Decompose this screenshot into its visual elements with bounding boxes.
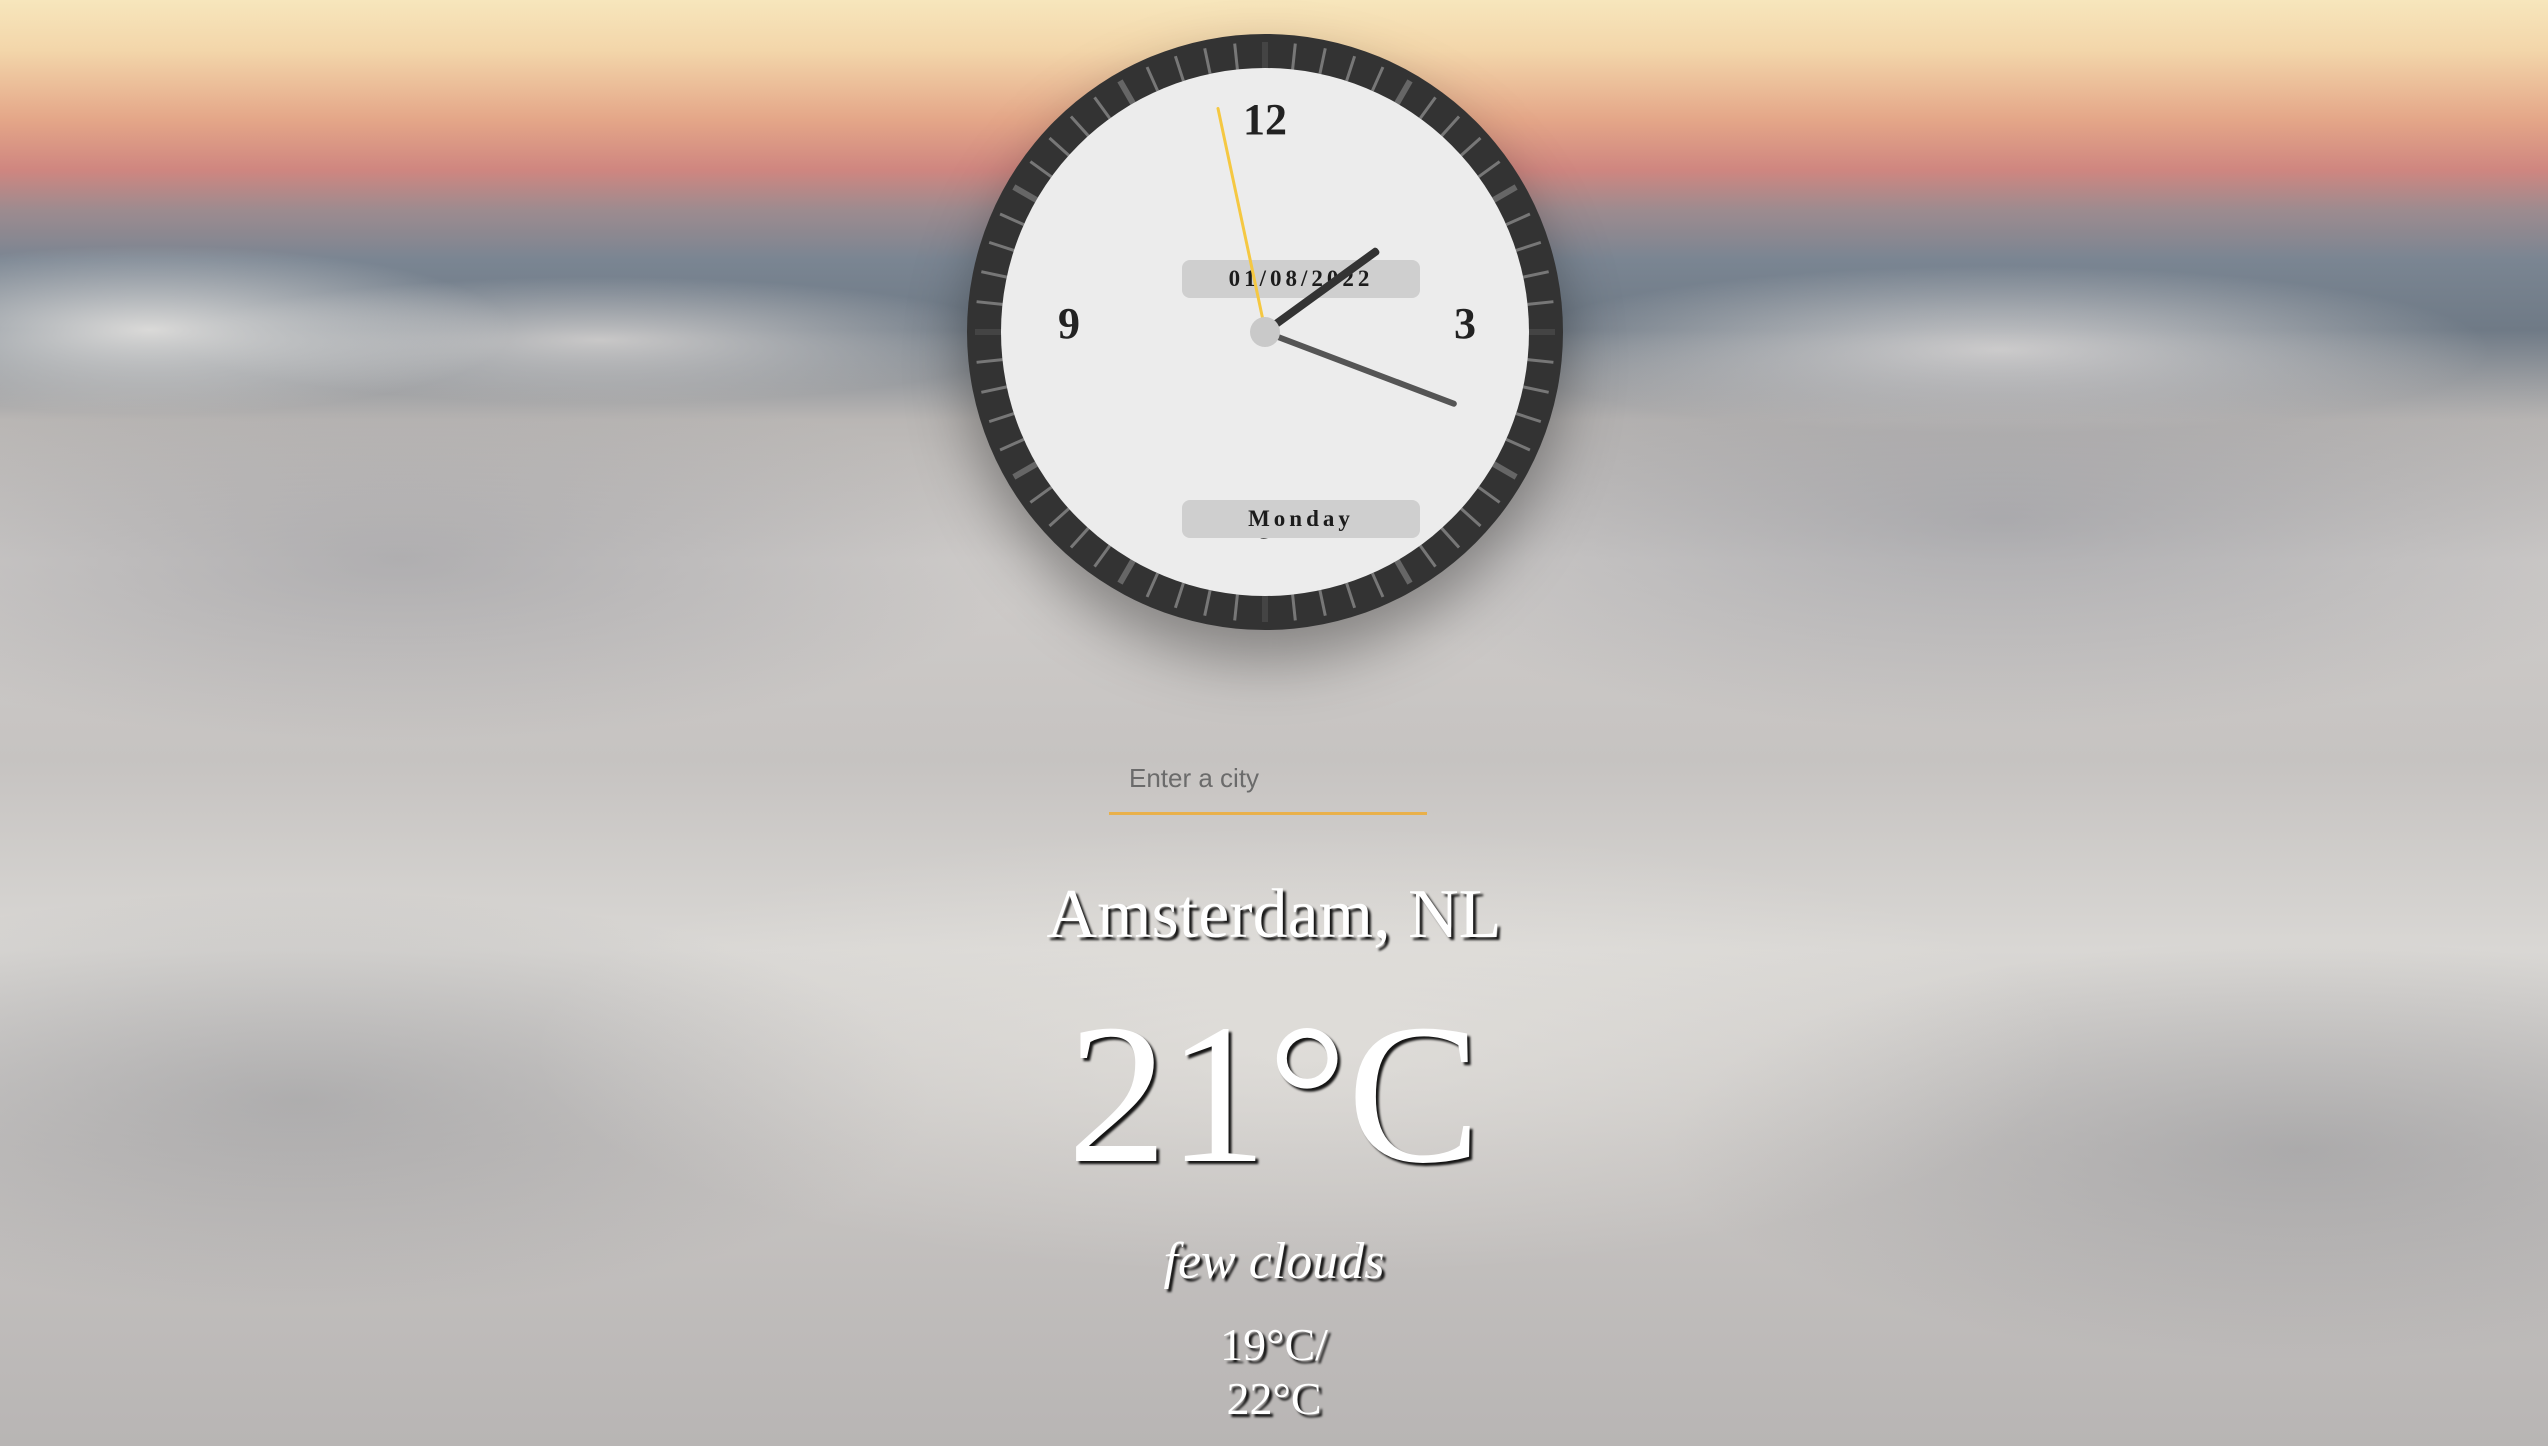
clock-tick bbox=[1460, 136, 1482, 157]
clock-tick bbox=[1203, 589, 1212, 616]
clock-tick bbox=[1345, 55, 1357, 82]
analog-clock: 12 3 6 9 01/08/2022 Monday bbox=[967, 34, 1563, 630]
clock-tick bbox=[1203, 48, 1212, 75]
clock-tick bbox=[1093, 544, 1112, 568]
numeral-3: 3 bbox=[1454, 299, 1476, 348]
clock-tick bbox=[1505, 438, 1531, 452]
numeral-12: 12 bbox=[1243, 95, 1287, 144]
clock-tick bbox=[1371, 66, 1385, 92]
clock-tick bbox=[1291, 43, 1297, 70]
city-search bbox=[1109, 744, 1427, 815]
current-temperature: 21°C bbox=[1067, 984, 1481, 1205]
clock-tick bbox=[999, 212, 1025, 226]
clock-tick bbox=[1048, 136, 1070, 157]
clock-tick bbox=[976, 300, 1003, 306]
min-temperature: 19°C/ bbox=[1220, 1319, 1328, 1370]
clock-tick bbox=[1477, 160, 1501, 179]
clock-tick bbox=[1029, 485, 1053, 504]
clock-tick bbox=[1069, 115, 1090, 137]
weather-description: few clouds bbox=[1163, 1233, 1385, 1290]
clock-tick bbox=[1173, 582, 1185, 609]
clock-tick bbox=[1318, 589, 1327, 616]
clock-tick bbox=[1515, 240, 1542, 252]
clock-tick bbox=[1029, 160, 1053, 179]
clock-tick bbox=[1145, 66, 1159, 92]
clock-tick bbox=[1233, 594, 1239, 621]
numeral-9: 9 bbox=[1058, 299, 1080, 348]
clock-tick bbox=[1515, 412, 1542, 424]
clock-date-display: 01/08/2022 bbox=[1182, 260, 1420, 298]
clock-tick bbox=[1460, 507, 1482, 528]
clock-tick bbox=[1318, 48, 1327, 75]
clock-tick bbox=[1527, 300, 1554, 306]
clock-tick bbox=[976, 358, 1003, 364]
clock-tick bbox=[1291, 594, 1297, 621]
clock-center-hub bbox=[1250, 317, 1280, 347]
clock-tick bbox=[981, 385, 1008, 394]
clock-tick bbox=[1093, 96, 1112, 120]
clock-tick bbox=[1477, 485, 1501, 504]
city-search-input[interactable] bbox=[1109, 744, 1427, 812]
city-name: Amsterdam, NL bbox=[1046, 876, 1502, 953]
clock-tick bbox=[1440, 115, 1461, 137]
temperature-range: 19°C/ 22°C bbox=[0, 1318, 2548, 1426]
clock-tick bbox=[1048, 507, 1070, 528]
clock-tick bbox=[988, 412, 1015, 424]
clock-tick bbox=[1522, 270, 1549, 279]
max-temperature: 22°C bbox=[1226, 1373, 1322, 1424]
clock-tick bbox=[1173, 55, 1185, 82]
clock-tick bbox=[1505, 212, 1531, 226]
clock-tick bbox=[1440, 527, 1461, 549]
clock-tick bbox=[981, 270, 1008, 279]
clock-tick bbox=[1371, 572, 1385, 598]
clock-tick bbox=[1145, 572, 1159, 598]
clock-tick bbox=[1418, 96, 1437, 120]
clock-day-display: Monday bbox=[1182, 500, 1420, 538]
clock-tick bbox=[1418, 544, 1437, 568]
clock-tick bbox=[1345, 582, 1357, 609]
clock-tick bbox=[988, 240, 1015, 252]
clock-tick bbox=[1069, 527, 1090, 549]
clock-tick bbox=[1233, 43, 1239, 70]
clock-tick bbox=[999, 438, 1025, 452]
clock-tick bbox=[1527, 358, 1554, 364]
clock-tick bbox=[1522, 385, 1549, 394]
